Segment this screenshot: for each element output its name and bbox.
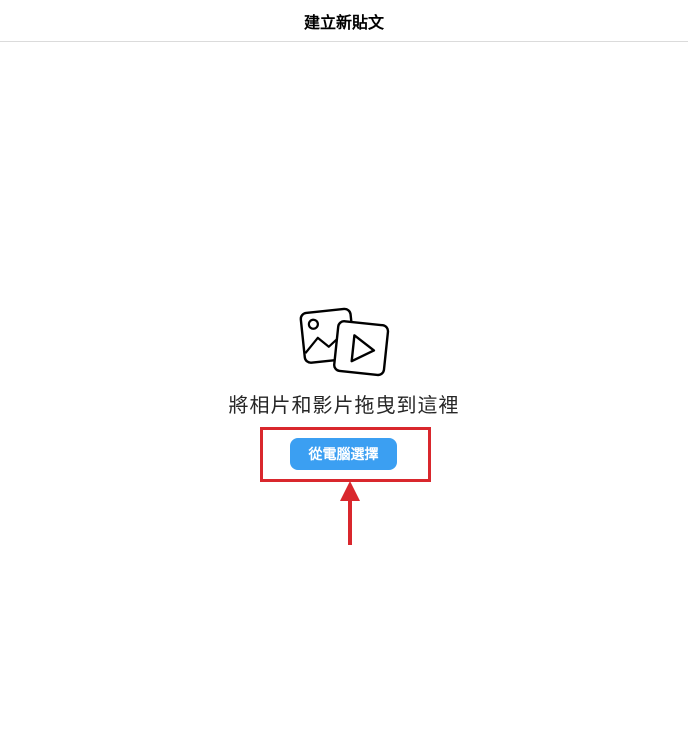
- select-from-computer-button[interactable]: 從電腦選擇: [290, 438, 397, 470]
- annotation-arrow-icon: [340, 481, 360, 545]
- upload-dropzone[interactable]: 將相片和影片拖曳到這裡 從電腦選擇: [0, 43, 688, 733]
- photo-video-icon: [299, 307, 390, 377]
- dialog-header: 建立新貼文: [0, 0, 688, 42]
- dialog-title: 建立新貼文: [303, 12, 384, 32]
- drop-instruction: 將相片和影片拖曳到這裡: [228, 393, 460, 417]
- create-post-dialog: 建立新貼文 將相片和影片拖曳到這裡 從電腦選擇: [0, 0, 688, 733]
